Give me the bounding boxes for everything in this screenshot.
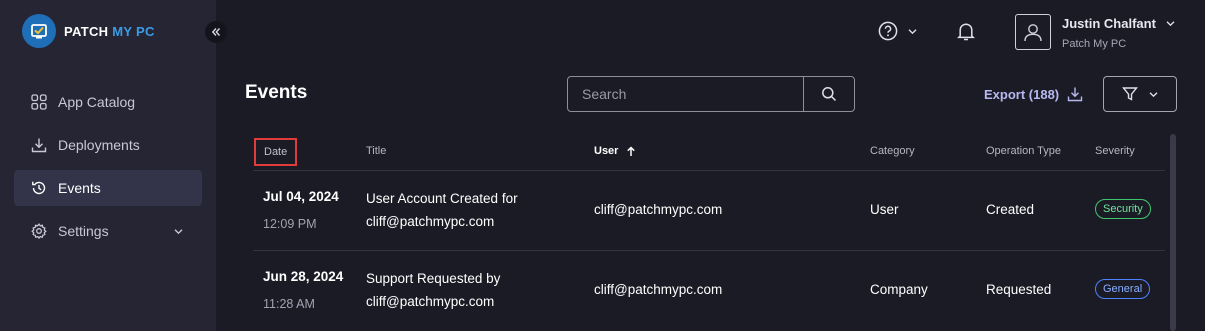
user-icon [1024,24,1042,42]
event-category: Company [870,282,928,297]
chevron-down-icon [1149,91,1157,97]
chevron-down-icon [173,224,184,240]
app-root: PATCH MY PC App Catalog Deployments Even… [0,0,1205,331]
brand-name: PATCH MY PC [64,23,155,39]
filter-button[interactable] [1103,76,1177,112]
event-date: Jul 04, 2024 [263,189,339,204]
event-title-line2: cliff@patchmypc.com [366,294,495,309]
history-icon [31,180,48,197]
app-catalog-icon [31,94,48,111]
download-icon [31,137,48,154]
avatar [1015,14,1051,50]
sidebar-item-events[interactable]: Events [14,170,202,206]
export-label: Export (188) [984,86,1060,102]
sidebar-item-deployments[interactable]: Deployments [14,127,202,163]
event-time: 12:09 PM [263,217,317,231]
gear-icon [31,223,48,240]
search-icon [822,87,837,102]
sidebar-item-label: Events [58,180,101,196]
event-operation-type: Requested [986,282,1052,297]
brand-logo[interactable]: PATCH MY PC [22,14,155,48]
event-date: Jun 28, 2024 [263,269,344,284]
sidebar-nav: App Catalog Deployments Events Settings [14,84,202,256]
help-icon [878,21,898,41]
table-row[interactable]: Jun 28, 2024 11:28 AM Support Requested … [253,250,1165,330]
export-button[interactable]: Export (188) [984,86,1083,102]
search-box [567,76,855,112]
collapse-sidebar-button[interactable] [205,21,227,43]
search-button[interactable] [803,77,854,111]
filter-icon [1121,87,1138,101]
sidebar-item-app-catalog[interactable]: App Catalog [14,84,202,120]
table-row[interactable]: Jul 04, 2024 12:09 PM User Account Creat… [253,170,1165,250]
severity-badge: Security [1095,199,1151,219]
event-title-line1: User Account Created for [366,191,518,206]
page-title: Events [245,82,308,103]
download-icon [1067,87,1083,102]
column-header-category[interactable]: Category [870,145,915,157]
double-chevron-left-icon [211,28,220,36]
column-header-user[interactable]: User [594,145,636,157]
user-name-text: Justin Chalfant [1062,16,1156,31]
column-header-severity[interactable]: Severity [1095,145,1135,157]
notifications-button[interactable] [956,21,976,47]
sidebar-item-settings[interactable]: Settings [14,213,202,249]
event-title-line2: cliff@patchmypc.com [366,214,495,229]
sidebar-item-label: App Catalog [58,94,136,110]
event-user: cliff@patchmypc.com [594,202,723,217]
column-header-date[interactable]: Date [254,138,298,166]
event-user: cliff@patchmypc.com [594,282,723,297]
help-menu-button[interactable] [878,21,918,41]
events-table: Date Title User Category Operation Type … [253,132,1165,330]
table-header: Date Title User Category Operation Type … [253,132,1165,170]
user-menu[interactable]: Justin Chalfant Patch My PC [1015,14,1176,50]
patch-my-pc-logo-icon [22,14,56,48]
event-category: User [870,202,899,217]
bell-icon [956,23,976,41]
user-organization: Patch My PC [1062,38,1127,50]
table-scrollbar[interactable] [1170,134,1176,331]
sidebar: PATCH MY PC App Catalog Deployments Even… [0,0,216,331]
column-header-operation-type[interactable]: Operation Type [986,145,1061,157]
column-header-title[interactable]: Title [366,145,386,157]
event-time: 11:28 AM [263,297,315,311]
search-input[interactable] [568,77,803,111]
user-info: Justin Chalfant Patch My PC [1062,14,1176,50]
event-operation-type: Created [986,202,1035,217]
sidebar-item-label: Deployments [58,137,140,153]
user-name: Justin Chalfant [1062,16,1176,31]
column-header-user-label: User [594,145,619,157]
chevron-down-icon [908,28,917,34]
event-title-line1: Support Requested by [366,271,501,286]
sidebar-item-label: Settings [58,223,109,239]
chevron-down-icon [1166,21,1175,27]
severity-badge: General [1095,279,1151,299]
sort-ascending-arrow-icon [627,145,636,156]
